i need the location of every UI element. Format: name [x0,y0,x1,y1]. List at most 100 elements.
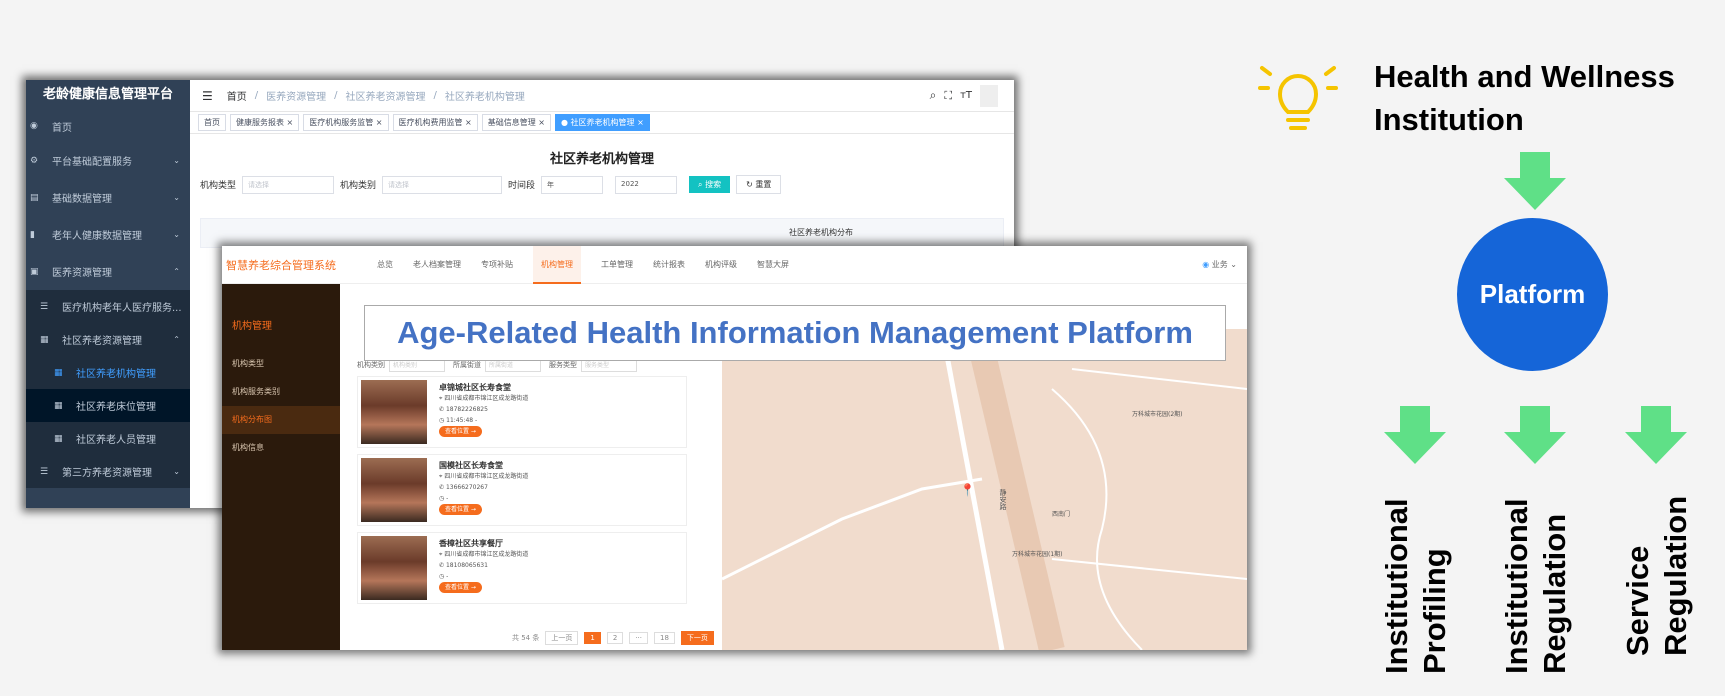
document-icon: ▣ [30,266,39,277]
tab-medical-service[interactable]: 医疗机构服务监管 × [303,114,389,131]
sidebar-item-community-institutions[interactable]: ▦ 社区养老机构管理 [26,356,190,389]
table-header: 社区养老机构分布 [200,218,1004,248]
sidebar-item-community-resources[interactable]: ▦ 社区养老资源管理 ⌃ [26,323,190,356]
tab-community-institutions[interactable]: ● 社区养老机构管理 × [555,114,650,131]
chevron-up-icon: ⌃ [173,267,180,276]
table-icon: ▦ [54,433,63,444]
chevron-down-icon: ⌄ [173,467,180,476]
menu-toggle-icon[interactable]: ☰ [202,89,213,103]
view-location-button[interactable]: 查看位置 → [439,426,482,437]
sidebar-item-elderly-health[interactable]: ▮ 老年人健康数据管理 ⌄ [26,216,190,253]
nav-big-screen[interactable]: 智慧大屏 [757,246,789,284]
year-select[interactable]: 2022 [615,175,678,194]
location-icon: ⌖ [439,395,443,402]
font-size-icon[interactable]: тT [960,90,972,101]
map-pin-icon[interactable]: 📍 [960,483,975,497]
platform-node: Platform [1457,218,1608,371]
sidebar-item-community-beds[interactable]: ▦ 社区养老床位管理 [26,389,190,422]
tab-health-report[interactable]: 健康服务报表 × [230,114,300,131]
sidebar-item-home[interactable]: ◉ 首页 [26,110,190,142]
search-button[interactable]: ⌕ 搜索 [689,176,731,193]
category-select[interactable]: 请选择 [382,175,503,194]
nav-subsidy[interactable]: 专项补贴 [481,246,513,284]
table-icon: ▦ [40,334,49,345]
next-page-button[interactable]: 下一页 [680,631,714,645]
prev-page-button[interactable]: 上一页 [545,631,579,645]
clock-icon: ◷ [439,573,445,580]
list-item[interactable]: 卓锦城社区长寿食堂 ⌖ 四川省成都市锦江区成龙路街道 ✆ 18782226825… [357,376,687,448]
tab-medical-cost[interactable]: 医疗机构费用监管 × [392,114,478,131]
location-icon: ⌖ [439,551,443,558]
location-icon: ⌖ [439,473,443,480]
lightbulb-icon [1258,66,1338,130]
avatar[interactable] [980,84,998,107]
page-button[interactable]: 1 [584,632,601,644]
sidebar-item-medical-resources[interactable]: ▣ 医养资源管理 ⌃ [26,253,190,290]
view-location-button[interactable]: 查看位置 → [439,504,482,515]
sidebar-item-types[interactable]: 机构类型 [222,350,340,378]
tab-bar: 首页 健康服务报表 × 医疗机构服务监管 × 医疗机构费用监管 × 基础信息管理… [190,112,1014,134]
nav-reports[interactable]: 统计报表 [653,246,685,284]
clock-icon: ◷ [439,495,445,502]
output-label-service-regulation: Service Regulation [1620,495,1693,656]
total-count: 共 54 条 [512,634,540,642]
down-arrow-icon [1504,406,1566,464]
list-icon: ☰ [40,466,49,477]
phone-icon: ✆ [439,406,445,413]
sidebar-item-info[interactable]: 机构信息 [222,434,340,462]
view-location-button[interactable]: 查看位置 → [439,582,482,593]
list-item[interactable]: 国模社区长寿食堂 ⌖ 四川省成都市锦江区成龙路街道 ✆ 13666270267 … [357,454,687,526]
sidebar-item-platform-config[interactable]: ⚙ 平台基础配置服务 ⌄ [26,142,190,179]
back-sidebar: 老龄健康信息管理平台 ◉ 首页 ⚙ 平台基础配置服务 ⌄ ▤ 基础数据管理 ⌄ ▮ 老年人健… [26,80,190,508]
down-arrow-icon [1504,152,1566,210]
breadcrumb-item[interactable]: 首页 [227,88,247,103]
sidebar-title: 机构管理 [232,321,272,332]
database-icon: ▤ [30,192,39,203]
institution-photo [361,380,427,444]
nav-rating[interactable]: 机构评级 [705,246,737,284]
nav-institution-management[interactable]: 机构管理 [533,245,581,284]
breadcrumb-item[interactable]: 社区养老资源管理 [346,88,426,103]
sidebar-item-basic-data[interactable]: ▤ 基础数据管理 ⌄ [26,179,190,216]
sidebar-item-third-party[interactable]: ☰ 第三方养老资源管理 ⌄ [26,455,190,488]
filter-bar: 机构类型 请选择 机构类别 请选择 时间段 年 2022 ⌕ 搜索 ↻ 重置 [190,175,1014,194]
type-select[interactable]: 请选择 [242,175,335,194]
nav-overview[interactable]: 总览 [377,246,393,284]
page-button[interactable]: 2 [606,632,624,644]
tab-basic-info[interactable]: 基础信息管理 × [481,114,551,131]
user-menu[interactable]: ◉ 业务 ⌄ [1202,259,1237,270]
map-label: 西南门 [1052,511,1071,518]
nav-elderly-records[interactable]: 老人档案管理 [413,246,461,284]
list-icon: ☰ [40,301,49,312]
page-ellipsis[interactable]: ··· [629,632,648,644]
map-view[interactable]: 📍 静安路 万科城市花园(2期) 西南门 万科城市花园(1期) [722,329,1247,650]
phone-icon: ✆ [439,484,445,491]
breadcrumb-item[interactable]: 医养资源管理 [266,88,326,103]
gear-icon: ⚙ [30,155,39,166]
institution-photo [361,458,427,522]
fullscreen-icon[interactable]: ⛶ [944,89,952,103]
sidebar-item-distribution-map[interactable]: 机构分布图 [222,406,340,434]
period-select[interactable]: 年 [541,175,604,194]
page-button[interactable]: 18 [653,632,675,644]
breadcrumb-item: 社区养老机构管理 [444,92,525,103]
nav-work-orders[interactable]: 工单管理 [601,246,633,284]
sidebar-item-community-staff[interactable]: ▦ 社区养老人员管理 [26,422,190,455]
tab-home[interactable]: 首页 [198,114,226,131]
sidebar-item-medical-service[interactable]: ☰ 医疗机构老年人医疗服务... [26,290,190,323]
map-label: 万科城市花园(2期) [1132,411,1183,418]
reset-button[interactable]: ↻ 重置 [736,175,782,194]
breadcrumb: ☰ 首页 / 医养资源管理 / 社区养老资源管理 / 社区养老机构管理 ⌕ ⛶ тT [190,80,1014,112]
sidebar-item-service-categories[interactable]: 机构服务类别 [222,378,340,406]
front-sidebar: 机构管理 机构类型 机构服务类别 机构分布图 机构信息 [222,284,340,650]
list-item[interactable]: 香樟社区共享餐厅 ⌖ 四川省成都市锦江区成龙路街道 ✆ 18108065631 … [357,532,687,604]
table-icon: ▦ [54,400,63,411]
chevron-up-icon: ⌃ [173,335,180,344]
map-roads [722,329,1247,650]
period-label: 时间段 [508,181,536,191]
pagination: 共 54 条 上一页 1 2 ··· 18 下一页 [512,631,714,645]
brand-title: 智慧养老综合管理系统 [226,258,336,272]
institution-list: 卓锦城社区长寿食堂 ⌖ 四川省成都市锦江区成龙路街道 ✆ 18782226825… [357,376,687,610]
search-icon[interactable]: ⌕ [930,88,937,103]
map-label: 万科城市花园(1期) [1012,551,1063,558]
